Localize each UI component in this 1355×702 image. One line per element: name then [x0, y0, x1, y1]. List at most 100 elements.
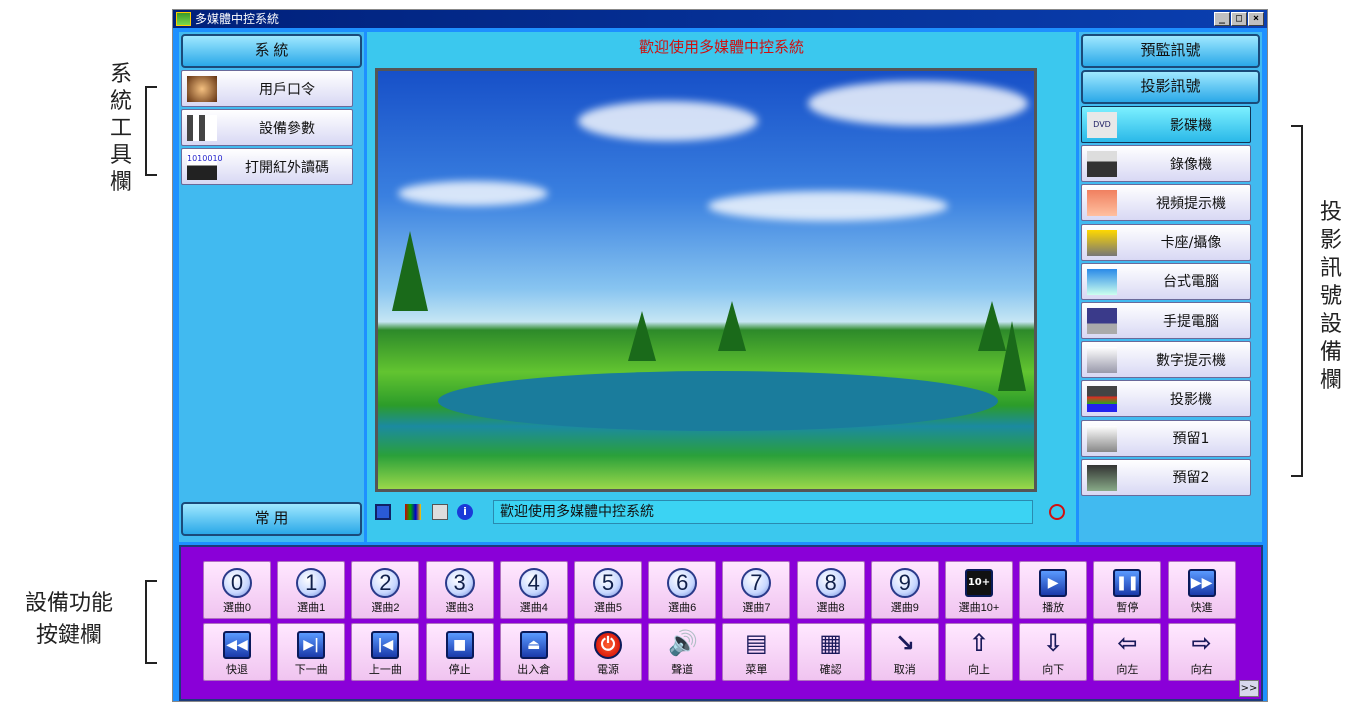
- camera-icon[interactable]: [432, 504, 448, 520]
- key-row1-0[interactable]: 0 選曲0: [203, 561, 271, 619]
- key-row2-0[interactable]: ◀◀ 快退: [203, 623, 271, 681]
- annotation-char: 欄: [109, 170, 132, 195]
- key-row1-4[interactable]: 4 選曲4: [499, 561, 568, 619]
- key-glyph-icon: ⇦: [1110, 628, 1144, 662]
- key-row1-13[interactable]: ▶▶ 快進: [1167, 561, 1236, 619]
- sidebar-item-reserved-2[interactable]: 預留2: [1081, 458, 1251, 496]
- key-glyph-icon: ❚❚: [1110, 566, 1144, 600]
- sidebar-item-label: 預留2: [1172, 470, 1210, 487]
- key-row2-3[interactable]: ■ 停止: [425, 623, 494, 681]
- key-glyph-icon: 🔊: [665, 628, 699, 662]
- key-glyph-icon: ⇨: [1185, 628, 1219, 662]
- projector-icon: [1087, 386, 1117, 413]
- key-label: 選曲8: [816, 602, 845, 614]
- sidebar-item-label: 卡座/攝像: [1160, 235, 1222, 252]
- key-label: 取消: [893, 664, 916, 676]
- number-circle-icon: 4: [518, 568, 549, 598]
- annotation-char: 統: [109, 89, 132, 114]
- info-icon[interactable]: i: [457, 504, 473, 520]
- media-control-icon: ▶: [1039, 569, 1068, 597]
- sidebar-item-dvd-player[interactable]: DVD 影碟機: [1081, 106, 1251, 143]
- key-row1-6[interactable]: 6 選曲6: [648, 561, 717, 619]
- sidebar-item-desktop-computer[interactable]: 台式電腦: [1081, 262, 1251, 300]
- key-row1-1[interactable]: 1 選曲1: [277, 561, 346, 619]
- key-row2-11[interactable]: ⇩ 向下: [1019, 623, 1088, 681]
- action-icon: ▦: [819, 629, 842, 657]
- key-glyph-icon: 5: [591, 566, 625, 600]
- key-row1-7[interactable]: 7 選曲7: [722, 561, 791, 619]
- projection-signal-button[interactable]: 投影訊號: [1081, 70, 1260, 104]
- sidebar-item-vcr[interactable]: 錄像機: [1081, 145, 1251, 183]
- sidebar-item-device-parameters[interactable]: 設備參數: [181, 109, 353, 146]
- minimize-button[interactable]: _: [1214, 12, 1230, 26]
- function-keypad: 0 選曲0 1 選曲1 2 選曲2 3 選曲3 4 選曲4 5 選曲5 6 選曲6 7 選曲7 8 選曲8 9 選曲9…: [179, 545, 1263, 701]
- key-row1-5[interactable]: 5 選曲5: [574, 561, 642, 619]
- media-control-icon: |◀: [371, 631, 400, 659]
- main-display-panel: 歡迎使用多媒體中控系統 i 歡迎使用多媒體中控系統: [367, 32, 1076, 542]
- key-row2-13[interactable]: ⇨ 向右: [1167, 623, 1236, 681]
- sidebar-item-label: 視頻提示機: [1156, 195, 1226, 212]
- annotation-line: 設備功能: [24, 591, 113, 616]
- power-status-icon[interactable]: [1049, 504, 1065, 520]
- sidebar-item-laptop[interactable]: 手提電腦: [1081, 302, 1251, 339]
- key-row2-8[interactable]: ▦ 確認: [796, 623, 865, 681]
- title-bar[interactable]: 多媒體中控系統 _ □ ×: [173, 10, 1267, 28]
- sidebar-item-camera-deck[interactable]: 卡座/攝像: [1081, 223, 1251, 261]
- key-glyph-icon: ↘: [888, 628, 922, 662]
- user-key-icon: [187, 76, 217, 102]
- annotation-char: 號: [1319, 284, 1342, 309]
- key-label: 電源: [597, 664, 619, 676]
- key-glyph-icon: 2: [368, 566, 402, 600]
- maximize-button[interactable]: □: [1231, 12, 1247, 26]
- number-circle-icon: 9: [889, 568, 920, 598]
- sidebar-item-reserved-1[interactable]: 預留1: [1081, 419, 1251, 457]
- key-row2-10[interactable]: ⇧ 向上: [945, 623, 1013, 681]
- sidebar-item-video-presenter[interactable]: 視頻提示機: [1081, 184, 1251, 222]
- key-row2-5[interactable]: ⏻ 電源: [574, 623, 642, 681]
- monitor-icon[interactable]: [375, 504, 391, 520]
- common-footer-button[interactable]: 常 用: [181, 502, 362, 536]
- annotation-char: 欄: [1319, 368, 1342, 393]
- number-circle-icon: 7: [741, 568, 772, 598]
- key-row2-9[interactable]: ↘ 取消: [870, 623, 939, 681]
- sidebar-item-projector[interactable]: 投影機: [1081, 380, 1251, 418]
- more-button[interactable]: >>: [1239, 680, 1259, 697]
- key-row1-11[interactable]: ▶ 播放: [1019, 561, 1088, 619]
- key-row1-8[interactable]: 8 選曲8: [796, 561, 865, 619]
- key-label: 選曲7: [742, 602, 771, 614]
- key-label: 選曲0: [222, 602, 252, 614]
- key-label: 上一曲: [368, 664, 402, 676]
- key-row2-1[interactable]: ▶| 下一曲: [277, 623, 346, 681]
- color-bars-icon[interactable]: [405, 504, 421, 520]
- sidebar-item-infrared-chip[interactable]: 1010010 打開紅外讀碼: [181, 148, 353, 185]
- infrared-chip-icon: 1010010: [187, 154, 223, 180]
- key-glyph-icon: ⇧: [962, 628, 996, 662]
- key-row2-2[interactable]: |◀ 上一曲: [351, 623, 420, 681]
- system-header-button[interactable]: 系 統: [181, 34, 362, 68]
- annotation-bracket-left-top: [145, 86, 157, 176]
- sidebar-item-digital-presenter[interactable]: 數字提示機: [1081, 341, 1251, 379]
- key-label: 下一曲: [294, 664, 328, 676]
- key-row2-12[interactable]: ⇦ 向左: [1093, 623, 1162, 681]
- close-button[interactable]: ×: [1248, 12, 1264, 26]
- action-icon: ⇧: [968, 629, 990, 657]
- key-row2-6[interactable]: 🔊 聲道: [648, 623, 717, 681]
- camera-deck-icon: [1087, 229, 1117, 256]
- annotation-char: 備: [1319, 340, 1342, 365]
- key-row1-9[interactable]: 9 選曲9: [870, 561, 939, 619]
- key-label: 菜單: [745, 664, 768, 676]
- key-row1-3[interactable]: 3 選曲3: [425, 561, 494, 619]
- annotation-bracket-right: [1291, 125, 1303, 477]
- key-row1-10[interactable]: 10+ 選曲10+: [945, 561, 1013, 619]
- preview-signal-button[interactable]: 預監訊號: [1081, 34, 1260, 68]
- key-row2-7[interactable]: ▤ 菜單: [722, 623, 791, 681]
- key-row1-2[interactable]: 2 選曲2: [351, 561, 420, 619]
- key-row1-12[interactable]: ❚❚ 暫停: [1093, 561, 1162, 619]
- annotation-char: 工: [109, 116, 132, 141]
- key-glyph-icon: 4: [517, 566, 551, 600]
- action-icon: ↘: [894, 629, 915, 657]
- sidebar-item-label: 台式電腦: [1163, 274, 1219, 291]
- key-row2-4[interactable]: ⏏ 出入倉: [499, 623, 568, 681]
- key-label: 選曲9: [890, 602, 919, 614]
- sidebar-item-user-key[interactable]: 用戶口令: [181, 70, 353, 107]
